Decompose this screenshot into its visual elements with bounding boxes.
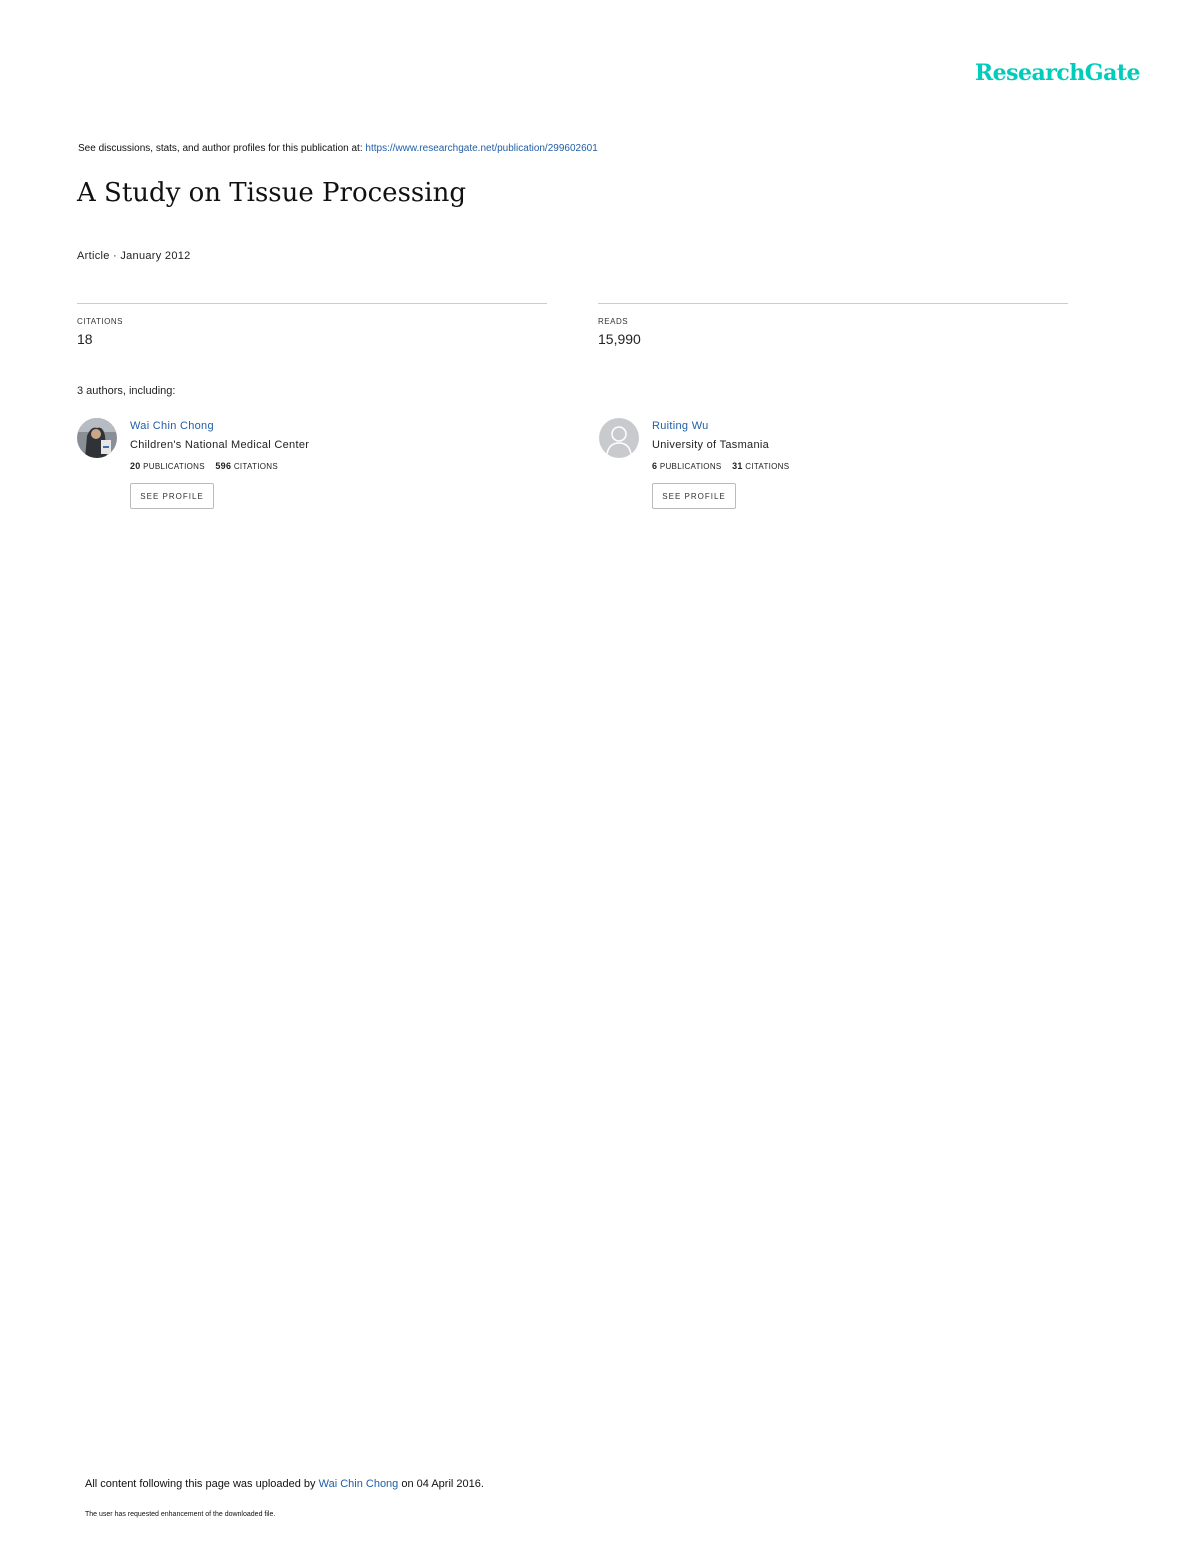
author-name-link[interactable]: Ruiting Wu — [652, 420, 789, 432]
uploader-link[interactable]: Wai Chin Chong — [319, 1478, 399, 1490]
see-profile-button[interactable]: SEE PROFILE — [130, 483, 214, 509]
publication-meta: Article · January 2012 — [77, 250, 191, 262]
reads-value: 15,990 — [598, 331, 641, 347]
author-citations-label: CITATIONS — [745, 462, 790, 471]
citations-label: CITATIONS — [77, 317, 123, 326]
author-stats: 6 PUBLICATIONS 31 CITATIONS — [652, 461, 789, 471]
citations-value: 18 — [77, 331, 93, 347]
author-citations-count: 596 — [215, 461, 232, 471]
author-photo[interactable] — [77, 418, 117, 458]
author-citations-count: 31 — [732, 461, 743, 471]
see-profile-button[interactable]: SEE PROFILE — [652, 483, 736, 509]
author-publications-count: 20 — [130, 461, 141, 471]
authors-heading: 3 authors, including: — [77, 385, 176, 397]
author-card: Wai Chin Chong Children's National Medic… — [77, 418, 517, 528]
researchgate-logo[interactable]: ResearchGate — [975, 60, 1141, 86]
author-publications-label: PUBLICATIONS — [659, 462, 722, 471]
author-stats: 20 PUBLICATIONS 596 CITATIONS — [130, 461, 309, 471]
author-name-link[interactable]: Wai Chin Chong — [130, 420, 309, 432]
reads-stat: READS 15,990 — [598, 303, 1068, 347]
upload-notice: All content following this page was uplo… — [85, 1478, 484, 1490]
author-publications-label: PUBLICATIONS — [143, 462, 205, 471]
enhancement-note: The user has requested enhancement of th… — [85, 1511, 276, 1518]
source-line: See discussions, stats, and author profi… — [78, 143, 598, 154]
upload-prefix: All content following this page was uplo… — [85, 1478, 319, 1490]
default-user-icon[interactable] — [599, 418, 639, 458]
citations-stat: CITATIONS 18 — [77, 303, 547, 347]
upload-suffix: on 04 April 2016. — [398, 1478, 484, 1490]
reads-label: READS — [598, 317, 629, 326]
author-citations-label: CITATIONS — [233, 462, 279, 471]
author-institution: University of Tasmania — [652, 439, 770, 451]
source-prefix: See discussions, stats, and author profi… — [78, 143, 366, 154]
author-publications-count: 6 — [652, 461, 658, 471]
author-card: Ruiting Wu University of Tasmania 6 PUBL… — [599, 418, 1039, 528]
publication-title: A Study on Tissue Processing — [77, 178, 466, 208]
publication-url-link[interactable]: https://www.researchgate.net/publication… — [365, 143, 597, 154]
author-institution: Children's National Medical Center — [130, 439, 310, 451]
